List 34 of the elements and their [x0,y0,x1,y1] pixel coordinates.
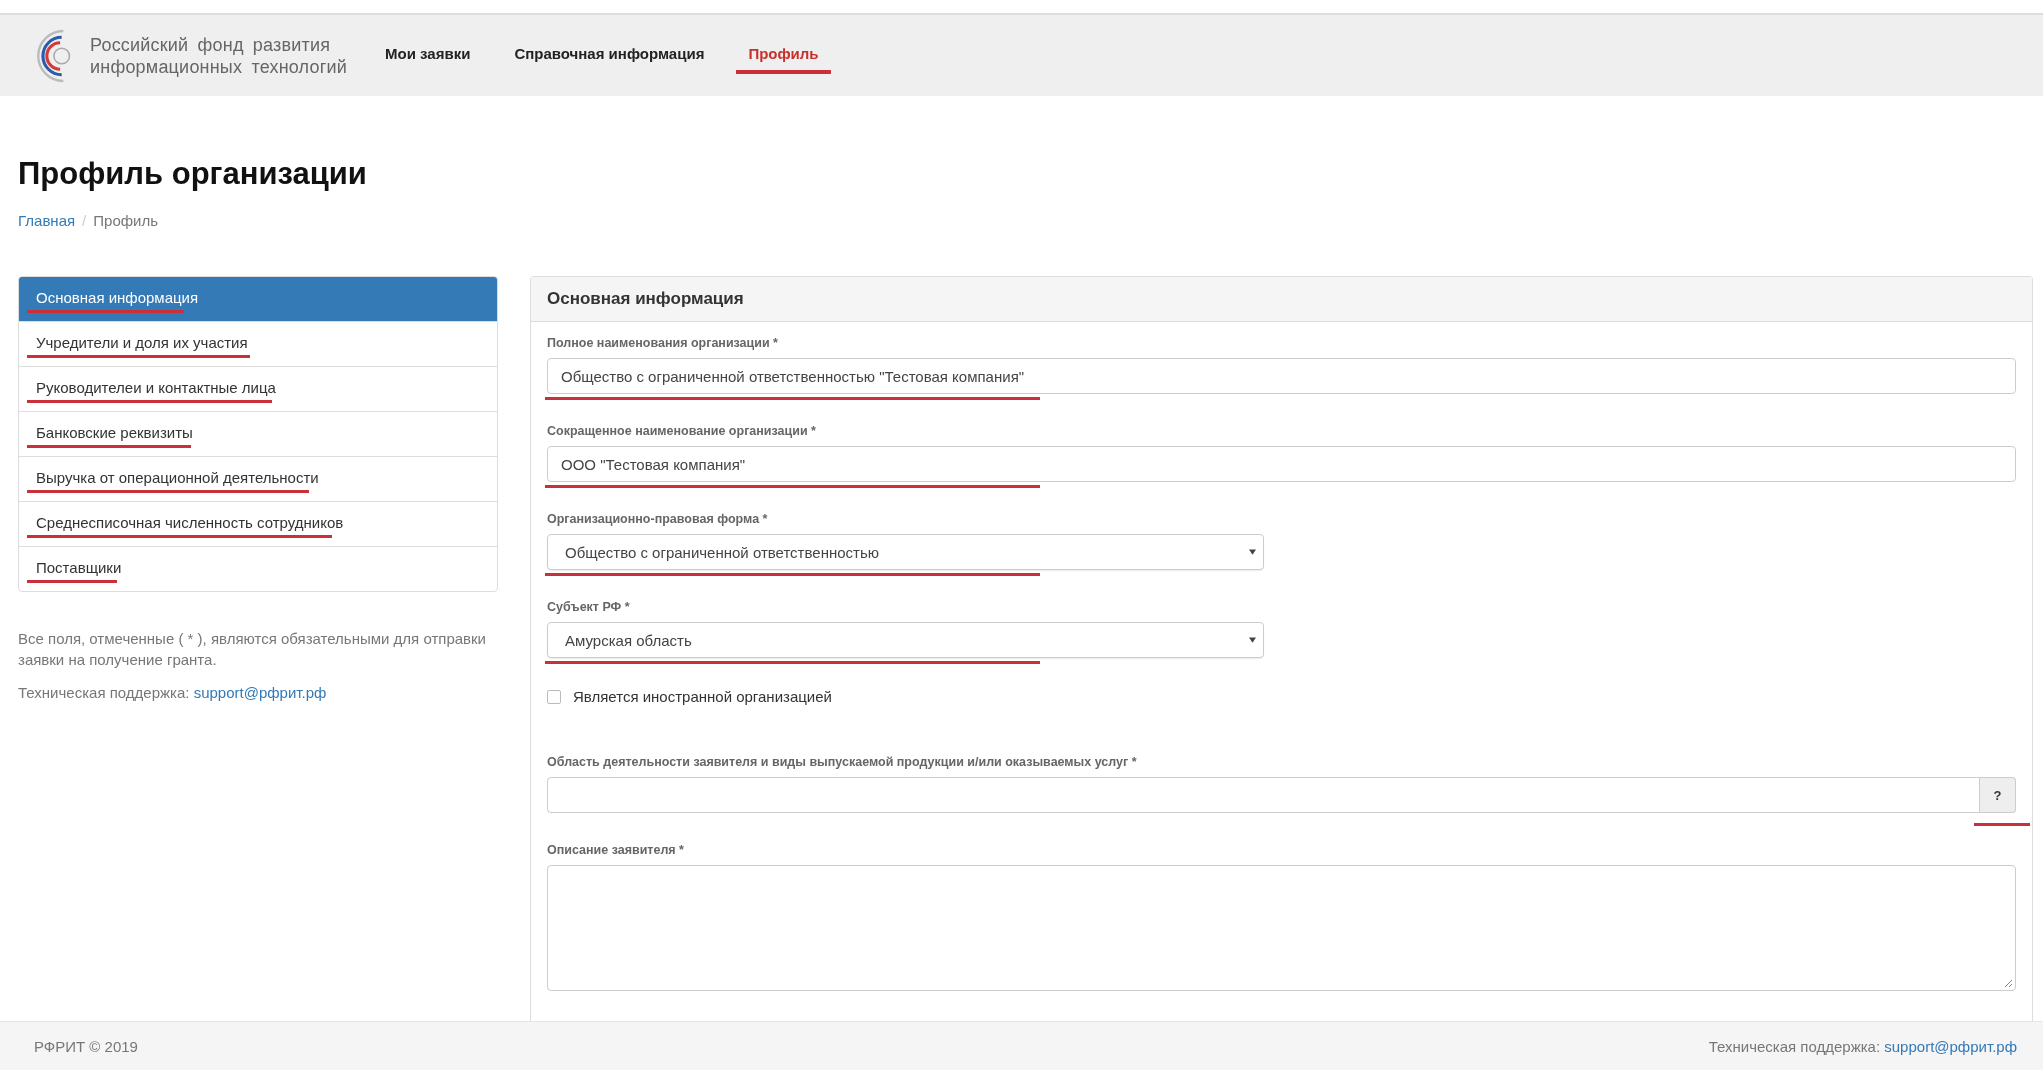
support-label: Техническая поддержка: [1708,1037,1881,1055]
text-field[interactable]: Общество с ограниченной ответственностью "Тестовая компания" [547,358,2016,394]
required-note: Все поля, отмеченные ( * ), являются обязательными для отправки заявки на получение гранта. [18,629,487,670]
breadcrumb-current: Профиль [93,212,159,229]
nav-link[interactable]: Профиль [736,37,831,74]
checkbox[interactable] [547,689,561,704]
checkbox-label: Является иностранной организацией [573,688,832,705]
help-button[interactable]: ? [1980,777,2016,813]
logo-text: Российский фонд развития информационных технологий [90,33,347,78]
caret-icon [1249,637,1256,643]
field-label: Субъект РФ * [547,600,631,614]
field-label: Сокращенное наименование организации * [547,424,817,438]
sidebar-item[interactable]: Основная информация [19,277,497,321]
copyright-text: РФРИТ © 2019 [34,1037,138,1055]
support-label: Техническая поддержка: [18,684,190,701]
support-link[interactable]: support@рфрит.рф [1884,1037,2017,1055]
text-area[interactable] [547,865,2016,991]
field-label: Описание заявителя * [547,843,685,857]
field-label: Область деятельности заявителя и виды выпускаемой продукции и/или оказываемых услуг * [547,755,1138,769]
resize-grip-icon [2003,978,2013,988]
caret-icon [1249,549,1256,555]
page-title: Профиль организации [18,156,368,192]
text-field[interactable] [547,777,1980,813]
field-label: Полное наименования организации * [547,336,779,350]
panel-title: Основная информация [547,289,744,308]
support-link[interactable]: support@рфрит.рф [193,684,327,701]
nav-link[interactable]: Справочная информация [502,37,717,74]
text-field[interactable]: ООО "Тестовая компания" [547,446,2016,482]
select-field[interactable]: Общество с ограниченной ответственностью [547,534,1264,570]
nav-link[interactable]: Мои заявки [373,37,483,74]
breadcrumb-separator: / [82,212,87,229]
select-field[interactable]: Амурская область [547,622,1264,658]
breadcrumb-link[interactable]: Главная [18,212,76,229]
field-label: Организационно-правовая форма * [547,512,769,526]
